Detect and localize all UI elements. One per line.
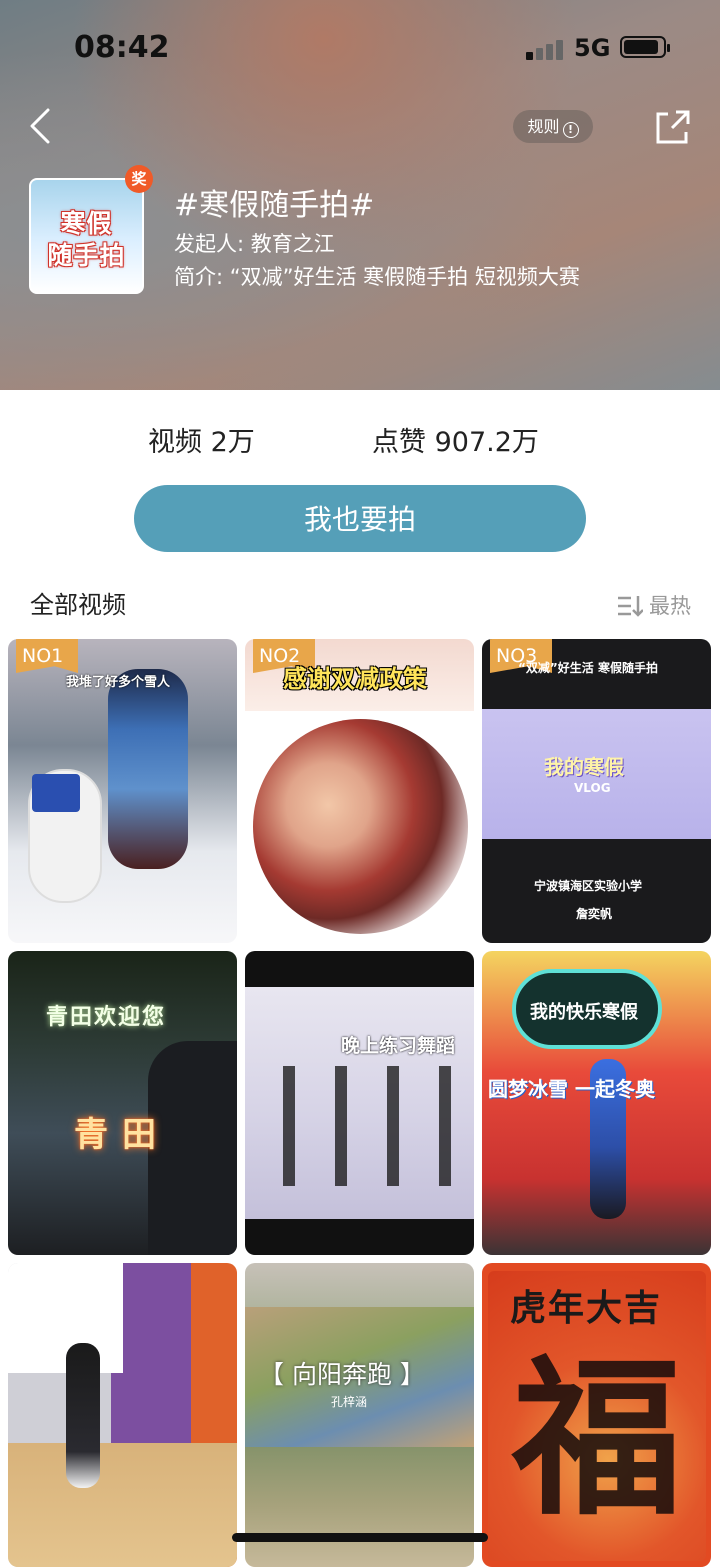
section-title: 全部视频: [30, 591, 126, 619]
back-button[interactable]: [24, 106, 64, 146]
video-tile[interactable]: 虎年大吉 福: [482, 1263, 711, 1567]
sort-button[interactable]: 最热: [617, 590, 691, 620]
topic-cover-image: 寒假 随手拍: [29, 178, 144, 294]
video-tile[interactable]: NO3 “双减”好生活 寒假随手拍 我的寒假 VLOG 宁波镇海区实验小学 詹奕…: [482, 639, 711, 943]
rules-label: 规则: [527, 117, 560, 136]
video-tile[interactable]: 青田欢迎您 青田: [8, 951, 237, 1255]
video-caption-top: “双减”好生活 寒假随手拍: [518, 661, 658, 675]
video-caption-name: 詹奕帆: [576, 907, 613, 921]
video-caption: 虎年大吉: [510, 1288, 663, 1329]
like-count: 点赞 907.2万: [372, 427, 539, 458]
home-indicator: [232, 1533, 488, 1542]
video-caption: 【 向阳奔跑 】: [259, 1360, 425, 1389]
video-tile[interactable]: [8, 1263, 237, 1567]
video-caption: 我的寒假: [544, 755, 624, 779]
chevron-left-icon: [30, 108, 50, 144]
topic-initiator: 发起人: 教育之江: [174, 232, 335, 256]
video-caption: 我的快乐寒假: [530, 1002, 638, 1023]
sort-icon: [618, 596, 644, 617]
video-caption-vlog: VLOG: [574, 781, 611, 795]
topic-intro: 简介: “双减”好生活 寒假随手拍 短视频大赛: [174, 265, 580, 289]
rank-badge: NO1: [16, 639, 78, 673]
video-tile[interactable]: 【 向阳奔跑 】 孔梓涵: [245, 1263, 474, 1567]
video-tile[interactable]: NO1 我堆了好多个雪人: [8, 639, 237, 943]
status-bar: 08:42 5G: [0, 28, 720, 68]
video-caption: 晚上练习舞蹈: [341, 1035, 456, 1057]
video-tile[interactable]: 我的快乐寒假 圆梦冰雪 一起冬奥: [482, 951, 711, 1255]
video-caption: 感谢双减政策: [283, 665, 427, 693]
video-count: 视频 2万: [148, 427, 255, 458]
video-big-character: 福: [512, 1341, 683, 1539]
video-author: 孔梓涵: [331, 1395, 368, 1409]
status-time: 08:42: [74, 30, 170, 65]
video-tile[interactable]: 晚上练习舞蹈: [245, 951, 474, 1255]
award-badge: 奖: [125, 165, 153, 193]
info-icon: !: [562, 122, 579, 138]
sort-label: 最热: [649, 594, 691, 618]
battery-icon: [620, 36, 670, 58]
network-type: 5G: [574, 34, 611, 62]
shoot-button[interactable]: 我也要拍: [134, 485, 586, 552]
video-caption-top: 青田欢迎您: [46, 1005, 167, 1030]
cover-text-line1: 寒假: [60, 209, 113, 238]
cover-text-line2: 随手拍: [47, 241, 126, 270]
video-banner: 圆梦冰雪 一起冬奥: [488, 1077, 655, 1101]
signal-icon: [526, 38, 566, 60]
video-tile[interactable]: NO2 感谢双减政策: [245, 639, 474, 943]
rules-button[interactable]: 规则!: [513, 110, 593, 143]
video-caption-school: 宁波镇海区实验小学: [534, 879, 643, 893]
video-caption: 青田: [74, 1115, 170, 1155]
video-caption: 我堆了好多个雪人: [66, 675, 171, 690]
topic-title: #寒假随手拍#: [174, 188, 375, 223]
share-icon: [656, 110, 690, 144]
share-button[interactable]: [652, 108, 692, 148]
